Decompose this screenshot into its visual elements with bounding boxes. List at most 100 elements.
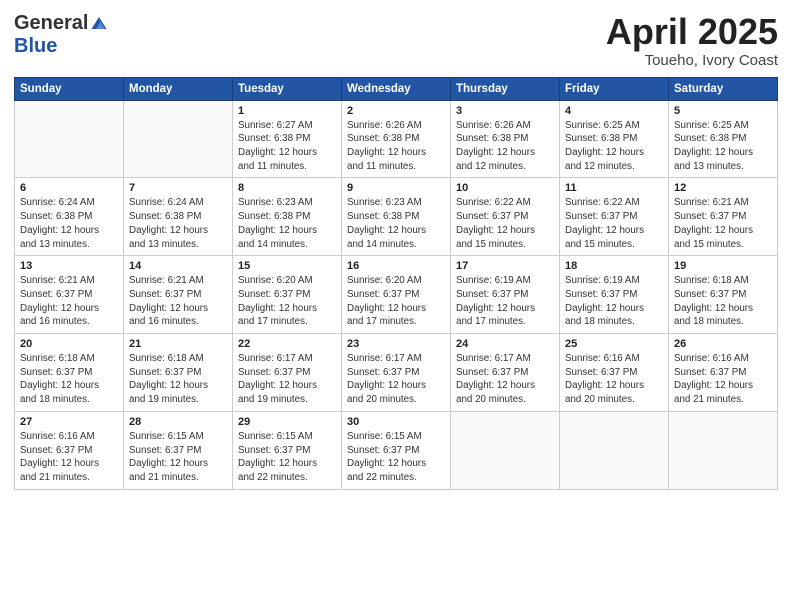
calendar-day-cell xyxy=(451,411,560,489)
calendar-day-cell: 17Sunrise: 6:19 AM Sunset: 6:37 PM Dayli… xyxy=(451,256,560,334)
calendar-day-cell: 11 Sunrise: 6:22 AM Sunset: 6:37 PM Dayli… xyxy=(560,178,669,256)
calendar-week-row: 1Sunrise: 6:27 AM Sunset: 6:38 PM Daylig… xyxy=(15,100,778,178)
calendar-day-cell: 26 Sunrise: 6:16 AM Sunset: 6:37 PM Dayli… xyxy=(669,334,778,412)
day-info: Sunrise: 6:15 AM Sunset: 6:37 PM Dayligh… xyxy=(129,430,227,485)
day-number: 8 xyxy=(238,182,336,194)
calendar-day-cell: 24Sunrise: 6:17 AM Sunset: 6:37 PM Dayli… xyxy=(451,334,560,412)
day-info: Sunrise: 6:24 AM Sunset: 6:38 PM Dayligh… xyxy=(129,196,227,251)
logo: General Blue xyxy=(14,12,108,58)
day-number: 19 xyxy=(674,260,772,272)
weekday-header-cell: Saturday xyxy=(669,77,778,100)
day-number: 28 xyxy=(129,416,227,428)
title-month: April 2025 xyxy=(606,12,778,52)
day-number: 2 xyxy=(347,105,445,117)
calendar-day-cell: 28 Sunrise: 6:15 AM Sunset: 6:37 PM Dayli… xyxy=(124,411,233,489)
calendar-day-cell: 8 Sunrise: 6:23 AM Sunset: 6:38 PM Daylig… xyxy=(233,178,342,256)
logo-icon xyxy=(90,14,108,32)
header: General Blue April 2025 Toueho, Ivory Co… xyxy=(14,12,778,69)
day-info: Sunrise: 6:16 AM Sunset: 6:37 PM Dayligh… xyxy=(565,352,663,407)
weekday-header-cell: Wednesday xyxy=(342,77,451,100)
day-info: Sunrise: 6:23 AM Sunset: 6:38 PM Dayligh… xyxy=(238,196,336,251)
day-info: Sunrise: 6:20 AM Sunset: 6:37 PM Dayligh… xyxy=(238,274,336,329)
day-number: 4 xyxy=(565,105,663,117)
calendar-day-cell: 10Sunrise: 6:22 AM Sunset: 6:37 PM Dayli… xyxy=(451,178,560,256)
day-number: 9 xyxy=(347,182,445,194)
title-location: Toueho, Ivory Coast xyxy=(606,52,778,69)
calendar-day-cell: 7 Sunrise: 6:24 AM Sunset: 6:38 PM Daylig… xyxy=(124,178,233,256)
calendar-day-cell: 1Sunrise: 6:27 AM Sunset: 6:38 PM Daylig… xyxy=(233,100,342,178)
logo-general-text: General xyxy=(14,12,88,35)
day-number: 27 xyxy=(20,416,118,428)
day-info: Sunrise: 6:25 AM Sunset: 6:38 PM Dayligh… xyxy=(565,119,663,174)
day-number: 25 xyxy=(565,338,663,350)
day-info: Sunrise: 6:26 AM Sunset: 6:38 PM Dayligh… xyxy=(456,119,554,174)
calendar-day-cell: 25 Sunrise: 6:16 AM Sunset: 6:37 PM Dayli… xyxy=(560,334,669,412)
day-info: Sunrise: 6:18 AM Sunset: 6:37 PM Dayligh… xyxy=(20,352,118,407)
calendar-week-row: 6 Sunrise: 6:24 AM Sunset: 6:38 PM Daylig… xyxy=(15,178,778,256)
logo-blue-text: Blue xyxy=(14,35,57,58)
calendar-day-cell: 19 Sunrise: 6:18 AM Sunset: 6:37 PM Dayli… xyxy=(669,256,778,334)
day-number: 7 xyxy=(129,182,227,194)
calendar-day-cell: 9Sunrise: 6:23 AM Sunset: 6:38 PM Daylig… xyxy=(342,178,451,256)
day-info: Sunrise: 6:25 AM Sunset: 6:38 PM Dayligh… xyxy=(674,119,772,174)
calendar-day-cell: 3 Sunrise: 6:26 AM Sunset: 6:38 PM Daylig… xyxy=(451,100,560,178)
day-number: 22 xyxy=(238,338,336,350)
calendar-day-cell: 18 Sunrise: 6:19 AM Sunset: 6:37 PM Dayli… xyxy=(560,256,669,334)
calendar-day-cell: 23 Sunrise: 6:17 AM Sunset: 6:37 PM Dayli… xyxy=(342,334,451,412)
calendar-day-cell: 27 Sunrise: 6:16 AM Sunset: 6:37 PM Dayli… xyxy=(15,411,124,489)
day-number: 11 xyxy=(565,182,663,194)
day-number: 6 xyxy=(20,182,118,194)
weekday-header-cell: Sunday xyxy=(15,77,124,100)
calendar-table: SundayMondayTuesdayWednesdayThursdayFrid… xyxy=(14,77,778,490)
calendar-day-cell: 12 Sunrise: 6:21 AM Sunset: 6:37 PM Dayli… xyxy=(669,178,778,256)
day-info: Sunrise: 6:19 AM Sunset: 6:37 PM Dayligh… xyxy=(565,274,663,329)
day-info: Sunrise: 6:24 AM Sunset: 6:38 PM Dayligh… xyxy=(20,196,118,251)
day-info: Sunrise: 6:21 AM Sunset: 6:37 PM Dayligh… xyxy=(674,196,772,251)
calendar-week-row: 27 Sunrise: 6:16 AM Sunset: 6:37 PM Dayli… xyxy=(15,411,778,489)
calendar-day-cell: 20Sunrise: 6:18 AM Sunset: 6:37 PM Dayli… xyxy=(15,334,124,412)
day-info: Sunrise: 6:22 AM Sunset: 6:37 PM Dayligh… xyxy=(565,196,663,251)
calendar-day-cell: 13Sunrise: 6:21 AM Sunset: 6:37 PM Dayli… xyxy=(15,256,124,334)
calendar-day-cell: 6 Sunrise: 6:24 AM Sunset: 6:38 PM Daylig… xyxy=(15,178,124,256)
day-number: 15 xyxy=(238,260,336,272)
day-number: 12 xyxy=(674,182,772,194)
day-info: Sunrise: 6:17 AM Sunset: 6:37 PM Dayligh… xyxy=(347,352,445,407)
day-info: Sunrise: 6:16 AM Sunset: 6:37 PM Dayligh… xyxy=(20,430,118,485)
calendar-day-cell: 15 Sunrise: 6:20 AM Sunset: 6:37 PM Dayli… xyxy=(233,256,342,334)
day-info: Sunrise: 6:21 AM Sunset: 6:37 PM Dayligh… xyxy=(129,274,227,329)
weekday-header-cell: Monday xyxy=(124,77,233,100)
day-info: Sunrise: 6:17 AM Sunset: 6:37 PM Dayligh… xyxy=(238,352,336,407)
calendar-day-cell xyxy=(560,411,669,489)
calendar-day-cell: 29Sunrise: 6:15 AM Sunset: 6:37 PM Dayli… xyxy=(233,411,342,489)
calendar-day-cell xyxy=(15,100,124,178)
day-number: 3 xyxy=(456,105,554,117)
calendar-day-cell: 4 Sunrise: 6:25 AM Sunset: 6:38 PM Daylig… xyxy=(560,100,669,178)
day-number: 30 xyxy=(347,416,445,428)
day-number: 21 xyxy=(129,338,227,350)
calendar-day-cell: 21Sunrise: 6:18 AM Sunset: 6:37 PM Dayli… xyxy=(124,334,233,412)
day-number: 13 xyxy=(20,260,118,272)
weekday-header-cell: Thursday xyxy=(451,77,560,100)
day-info: Sunrise: 6:20 AM Sunset: 6:37 PM Dayligh… xyxy=(347,274,445,329)
calendar-day-cell: 22 Sunrise: 6:17 AM Sunset: 6:37 PM Dayli… xyxy=(233,334,342,412)
day-info: Sunrise: 6:15 AM Sunset: 6:37 PM Dayligh… xyxy=(347,430,445,485)
day-number: 14 xyxy=(129,260,227,272)
day-number: 24 xyxy=(456,338,554,350)
day-number: 5 xyxy=(674,105,772,117)
day-number: 23 xyxy=(347,338,445,350)
calendar-week-row: 20Sunrise: 6:18 AM Sunset: 6:37 PM Dayli… xyxy=(15,334,778,412)
day-info: Sunrise: 6:18 AM Sunset: 6:37 PM Dayligh… xyxy=(674,274,772,329)
day-number: 29 xyxy=(238,416,336,428)
day-number: 18 xyxy=(565,260,663,272)
day-number: 1 xyxy=(238,105,336,117)
day-number: 16 xyxy=(347,260,445,272)
title-block: April 2025 Toueho, Ivory Coast xyxy=(606,12,778,69)
calendar-day-cell xyxy=(124,100,233,178)
calendar-day-cell: 2 Sunrise: 6:26 AM Sunset: 6:38 PM Daylig… xyxy=(342,100,451,178)
day-number: 26 xyxy=(674,338,772,350)
day-info: Sunrise: 6:16 AM Sunset: 6:37 PM Dayligh… xyxy=(674,352,772,407)
weekday-header-cell: Tuesday xyxy=(233,77,342,100)
calendar-day-cell: 5 Sunrise: 6:25 AM Sunset: 6:38 PM Daylig… xyxy=(669,100,778,178)
day-info: Sunrise: 6:26 AM Sunset: 6:38 PM Dayligh… xyxy=(347,119,445,174)
calendar-day-cell xyxy=(669,411,778,489)
